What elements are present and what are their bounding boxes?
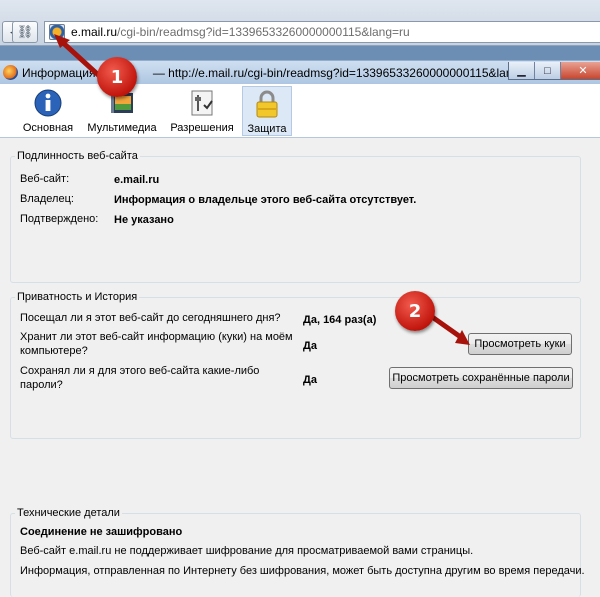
tab-general[interactable]: Основная — [18, 86, 78, 136]
url-text: e.mail.ru/cgi-bin/readmsg?id=13396533260… — [71, 25, 410, 39]
visited-answer: Да, 164 раз(а) — [303, 314, 377, 326]
view-cookies-button[interactable]: Просмотреть куки — [468, 333, 572, 355]
minimize-icon: ▁ — [517, 65, 526, 77]
verified-value: Не указано — [114, 214, 174, 226]
technical-heading: Технические детали — [15, 507, 122, 519]
browser-toolbar: ◀ ⛓ e.mail.ru/cgi-bin/readmsg?id=1339653… — [0, 0, 600, 46]
security-panel: Подлинность веб-сайта Веб-сайт: e.mail.r… — [0, 138, 600, 597]
lock-icon — [252, 89, 282, 119]
maximize-icon: □ — [544, 64, 551, 77]
identity-group: Подлинность веб-сайта Веб-сайт: e.mail.r… — [10, 150, 581, 283]
visited-question: Посещал ли я этот веб-сайт до сегодняшне… — [20, 312, 281, 324]
address-bar[interactable]: e.mail.ru/cgi-bin/readmsg?id=13396533260… — [44, 21, 600, 43]
cookies-question-line1: Хранит ли этот веб-сайт информацию (куки… — [20, 331, 293, 343]
view-passwords-button[interactable]: Просмотреть сохранённые пароли — [389, 367, 573, 389]
close-button[interactable]: ✕ — [561, 62, 600, 79]
passwords-question-line1: Сохранял ли я для этого веб-сайта какие-… — [20, 365, 260, 377]
page-info-window: Информация о — http://e.mail.ru/cgi-bin/… — [0, 60, 600, 597]
identity-heading: Подлинность веб-сайта — [15, 150, 140, 162]
tab-permissions[interactable]: Разрешения — [168, 86, 236, 136]
marker-1: 1 — [97, 57, 137, 97]
owner-value: Информация о владельце этого веб-сайта о… — [114, 194, 417, 206]
minimize-button[interactable]: ▁ — [509, 62, 535, 79]
tab-toolbar: Основная Мультимедиа Разрешения Защита — [0, 84, 600, 138]
maximize-button[interactable]: □ — [535, 62, 561, 79]
connection-status: Соединение не зашифровано — [20, 526, 183, 538]
marker-2: 2 — [395, 291, 435, 331]
encryption-line2: Информация, отправленная по Интернету бе… — [20, 565, 585, 577]
website-label: Веб-сайт: — [20, 173, 70, 185]
verified-label: Подтверждено: — [20, 213, 99, 225]
firefox-icon — [3, 65, 18, 80]
link-button[interactable]: ⛓ — [12, 21, 38, 43]
site-identity-icon[interactable] — [49, 24, 65, 40]
info-icon — [33, 88, 63, 118]
window-controls: ▁ □ ✕ — [508, 62, 600, 80]
cookies-question-line2: компьютере? — [20, 345, 88, 357]
passwords-answer: Да — [303, 374, 317, 386]
cookies-answer: Да — [303, 340, 317, 352]
encryption-line1: Веб-сайт e.mail.ru не поддерживает шифро… — [20, 545, 474, 557]
tab-security[interactable]: Защита — [242, 86, 292, 136]
privacy-group: Приватность и История Посещал ли я этот … — [10, 291, 581, 439]
permissions-icon — [187, 88, 217, 118]
chain-link-icon: ⛓ — [16, 24, 34, 39]
window-titlebar[interactable]: Информация о — http://e.mail.ru/cgi-bin/… — [0, 60, 600, 84]
website-value: e.mail.ru — [114, 174, 160, 186]
technical-group: Технические детали Соединение не зашифро… — [10, 507, 585, 597]
passwords-question-line2: пароли? — [20, 379, 63, 391]
owner-label: Владелец: — [20, 193, 74, 205]
close-icon: ✕ — [578, 65, 588, 77]
privacy-heading: Приватность и История — [15, 291, 140, 303]
